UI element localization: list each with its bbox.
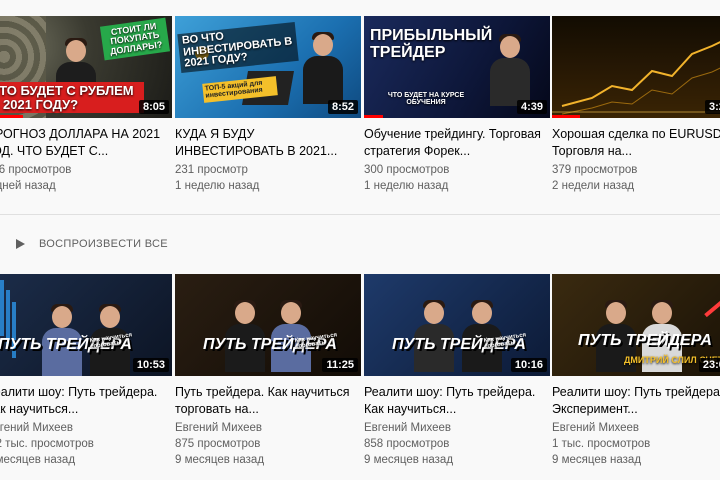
video-views: 506 просмотров <box>0 164 72 176</box>
video-duration: 23:00 <box>698 358 720 372</box>
video-thumbnail[interactable]: 3:29 <box>552 16 720 118</box>
video-age: 9 месяцев назад <box>175 454 265 466</box>
video-thumbnail[interactable]: ВО ЧТО ИНВЕСТИРОВАТЬ В 2021 ГОДУ? ТОП-5 … <box>175 16 361 118</box>
video-duration: 10:53 <box>132 358 169 372</box>
play-all-button[interactable]: ВОСПРОИЗВЕСТИ ВСЕ <box>16 236 168 252</box>
thumbnail-headline: ПРИБЫЛЬНЫЙ ТРЕЙДЕР <box>370 27 493 61</box>
video-duration: 11:25 <box>322 358 358 372</box>
video-thumbnail[interactable]: СТОИТ ЛИ ПОКУПАТЬ ДОЛЛАРЫ? ЧТО БУДЕТ С Р… <box>0 16 172 118</box>
video-age: 9 месяцев назад <box>0 454 76 466</box>
thumbnail-badge: ЧТО БУДЕТ НА КУРСЕ ОБУЧЕНИЯ <box>387 92 465 107</box>
watch-progress <box>0 115 23 118</box>
video-title[interactable]: ПРОГНОЗ ДОЛЛАРА НА 2021 ГОД. ЧТО БУДЕТ С… <box>0 126 172 160</box>
video-views: 379 просмотров <box>552 164 638 176</box>
watch-progress <box>364 115 383 118</box>
video-thumbnail[interactable]: ПУТЬ ТРЕЙДЕРА ДМИТРИЙ СЛИЛ СЧЕТ 23:00 <box>552 274 720 376</box>
video-duration: 4:39 <box>516 100 547 114</box>
video-age: 9 месяцев назад <box>364 454 454 466</box>
video-title[interactable]: Реалити шоу: Путь трейдера. Как научитьс… <box>0 384 172 418</box>
video-channel[interactable]: Евгений Михеев <box>364 420 550 436</box>
video-duration: 8:52 <box>327 100 358 114</box>
thumbnail-headline: ЧТО БУДЕТ С РУБЛЕМ В 2021 ГОДУ? <box>0 82 144 114</box>
section-divider <box>0 214 720 215</box>
video-views: 1 тыс. просмотров <box>552 438 651 450</box>
video-age: 1 неделю назад <box>364 180 449 192</box>
video-age: 2 недели назад <box>552 180 635 192</box>
video-title[interactable]: Реалити шоу: Путь трейдера. Как научитьс… <box>364 384 550 418</box>
play-icon <box>16 239 25 249</box>
video-thumbnail[interactable]: ПУТЬ ТРЕЙДЕРА Как научиться торговать 10… <box>364 274 550 376</box>
video-views: 875 просмотров <box>175 438 261 450</box>
video-views: 1,2 тыс. просмотров <box>0 438 94 450</box>
video-title[interactable]: Хорошая сделка по EURUSD. Торговля на... <box>552 126 720 160</box>
video-duration: 8:05 <box>138 100 169 114</box>
video-views: 300 просмотров <box>364 164 450 176</box>
play-all-label: ВОСПРОИЗВЕСТИ ВСЕ <box>39 238 168 250</box>
video-channel[interactable]: Евгений Михеев <box>552 420 720 436</box>
video-title[interactable]: КУДА Я БУДУ ИНВЕСТИРОВАТЬ В 2021... <box>175 126 361 160</box>
price-chart-graphic <box>552 41 720 115</box>
video-duration: 10:16 <box>510 358 547 372</box>
video-title[interactable]: Обучение трейдингу. Торговая стратегия Ф… <box>364 126 550 160</box>
video-channel[interactable]: Евгений Михеев <box>0 420 172 436</box>
video-title[interactable]: Путь трейдера. Как научиться торговать н… <box>175 384 361 418</box>
video-duration: 3:29 <box>704 100 720 114</box>
watch-progress <box>552 115 580 118</box>
video-views: 231 просмотр <box>175 164 248 176</box>
video-channel[interactable]: Евгений Михеев <box>175 420 361 436</box>
video-views: 858 просмотров <box>364 438 450 450</box>
video-title[interactable]: Реалити шоу: Путь трейдера. Эксперимент.… <box>552 384 720 418</box>
video-age: 9 месяцев назад <box>552 454 642 466</box>
video-age: 1 неделю назад <box>175 180 260 192</box>
video-thumbnail[interactable]: ПРИБЫЛЬНЫЙ ТРЕЙДЕР ЧТО БУДЕТ НА КУРСЕ ОБ… <box>364 16 550 118</box>
video-thumbnail[interactable]: ПУТЬ ТРЕЙДЕРА Как научиться торговать 10… <box>0 274 172 376</box>
video-age: 3 дней назад <box>0 180 56 192</box>
video-thumbnail[interactable]: ПУТЬ ТРЕЙДЕРА Как научиться торговать 11… <box>175 274 361 376</box>
thumbnail-headline: ПУТЬ ТРЕЙДЕРА <box>578 332 712 349</box>
